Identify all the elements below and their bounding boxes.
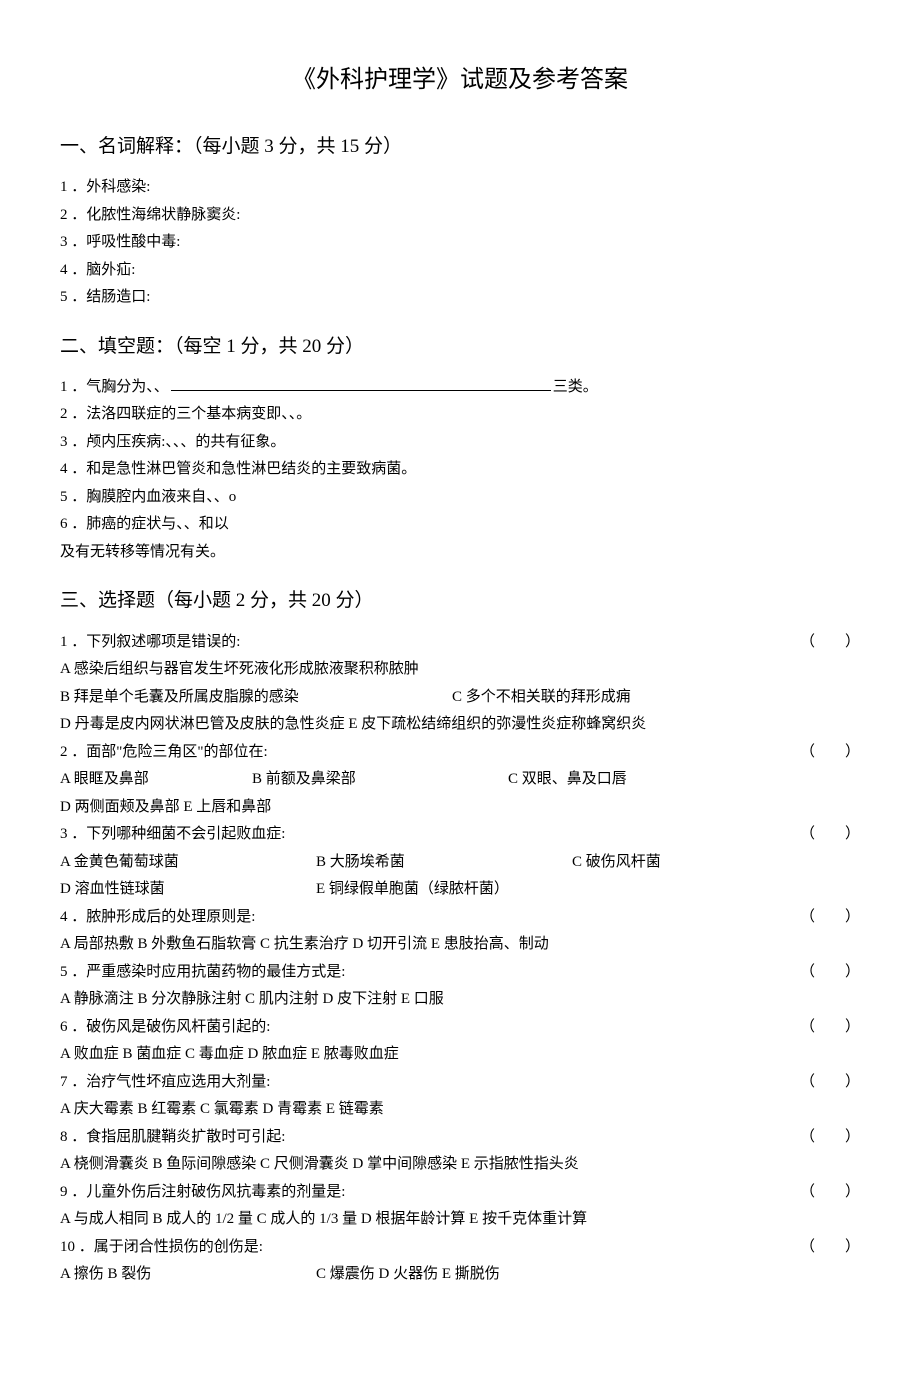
q9-stem: 9 ．儿童外伤后注射破伤风抗毒素的剂量是: （ ） [60, 1180, 860, 1206]
q1-opt-a: A 感染后组织与器官发生坏死液化形成脓液聚积称脓肿 [60, 657, 860, 683]
q1-text: 1 ．下列叙述哪项是错误的: [60, 634, 240, 650]
q2-stem: 2 ．面部"危险三角区"的部位在: （ ） [60, 740, 860, 766]
q1-opt-c: C 多个不相关联的拜形成痈 [452, 685, 631, 711]
q8-stem: 8 ．食指屈肌腱鞘炎扩散时可引起: （ ） [60, 1125, 860, 1151]
q9-opts: A 与成人相同 B 成人的 1/2 量 C 成人的 1/3 量 D 根据年龄计算… [60, 1207, 860, 1233]
s2-item-6b: 及有无转移等情况有关。 [60, 540, 860, 566]
q3-opt-d: D 溶血性链球菌 [60, 877, 316, 903]
q6-opts: A 败血症 B 菌血症 C 毒血症 D 脓血症 E 脓毒败血症 [60, 1042, 860, 1068]
s1-item-2: 2 ．化脓性海绵状静脉窦炎: [60, 203, 860, 229]
q1-opt-de: D 丹毒是皮内网状淋巴管及皮肤的急性炎症 E 皮下疏松结缔组织的弥漫性炎症称蜂窝… [60, 712, 860, 738]
q5-stem: 5 ．严重感染时应用抗菌药物的最佳方式是: （ ） [60, 960, 860, 986]
q8-text: 8 ．食指屈肌腱鞘炎扩散时可引起: [60, 1129, 285, 1145]
q10-opt-cde: C 爆震伤 D 火器伤 E 撕脱伤 [316, 1262, 500, 1288]
s2-item-1: 1 ．气胸分为、、 三类。 [60, 375, 860, 401]
q10-text: 10 ．属于闭合性损伤的创伤是: [60, 1239, 263, 1255]
answer-paren: （ ） [800, 630, 860, 656]
q2-opt-b: B 前额及鼻梁部 [252, 767, 508, 793]
q5-opts: A 静脉滴注 B 分次静脉注射 C 肌内注射 D 皮下注射 E 口服 [60, 987, 860, 1013]
s2-item-4: 4 ．和是急性淋巴管炎和急性淋巴结炎的主要致病菌。 [60, 457, 860, 483]
s1-item-3: 3 ．呼吸性酸中毒: [60, 230, 860, 256]
answer-paren: （ ） [800, 1180, 860, 1206]
q2-opts-row1: A 眼眶及鼻部B 前额及鼻梁部C 双眼、鼻及口唇 [60, 767, 860, 793]
q3-opt-b: B 大肠埃希菌 [316, 850, 572, 876]
s2-q1-b: 三类。 [553, 379, 598, 395]
q3-opts-row2: D 溶血性链球菌E 铜绿假单胞菌（绿脓杆菌） [60, 877, 860, 903]
q1-stem: 1 ．下列叙述哪项是错误的: （ ） [60, 630, 860, 656]
answer-paren: （ ） [800, 905, 860, 931]
blank-underline [171, 390, 551, 391]
q10-opts: A 擦伤 B 裂伤C 爆震伤 D 火器伤 E 撕脱伤 [60, 1262, 860, 1288]
s2-item-6a: 6 ．肺癌的症状与、、和以 [60, 512, 860, 538]
q3-opts-row1: A 金黄色葡萄球菌B 大肠埃希菌C 破伤风杆菌 [60, 850, 860, 876]
q4-text: 4 ．脓肿形成后的处理原则是: [60, 909, 255, 925]
q9-text: 9 ．儿童外伤后注射破伤风抗毒素的剂量是: [60, 1184, 345, 1200]
answer-paren: （ ） [800, 1015, 860, 1041]
q2-text: 2 ．面部"危险三角区"的部位在: [60, 744, 268, 760]
q7-stem: 7 ．治疗气性坏疽应选用大剂量: （ ） [60, 1070, 860, 1096]
answer-paren: （ ） [800, 1125, 860, 1151]
q3-opt-a: A 金黄色葡萄球菌 [60, 850, 316, 876]
s2-item-5: 5 ．胸膜腔内血液来自、、o [60, 485, 860, 511]
q7-text: 7 ．治疗气性坏疽应选用大剂量: [60, 1074, 270, 1090]
q6-stem: 6 ．破伤风是破伤风杆菌引起的: （ ） [60, 1015, 860, 1041]
s2-q1-a: 1 ．气胸分为、、 [60, 379, 169, 395]
s1-item-5: 5 ．结肠造口: [60, 285, 860, 311]
q2-opt-de: D 两侧面颊及鼻部 E 上唇和鼻部 [60, 795, 860, 821]
s1-item-1: 1 ．外科感染: [60, 175, 860, 201]
s1-item-4: 4 ．脑外疝: [60, 258, 860, 284]
section-3-head: 三、选择题（每小题 2 分，共 20 分） [60, 585, 860, 617]
q4-stem: 4 ．脓肿形成后的处理原则是: （ ） [60, 905, 860, 931]
answer-paren: （ ） [800, 740, 860, 766]
q2-opt-c: C 双眼、鼻及口唇 [508, 767, 627, 793]
answer-paren: （ ） [800, 1235, 860, 1261]
q2-opt-a: A 眼眶及鼻部 [60, 767, 252, 793]
q3-opt-e: E 铜绿假单胞菌（绿脓杆菌） [316, 877, 509, 903]
q7-opts: A 庆大霉素 B 红霉素 C 氯霉素 D 青霉素 E 链霉素 [60, 1097, 860, 1123]
q5-text: 5 ．严重感染时应用抗菌药物的最佳方式是: [60, 964, 345, 980]
q8-opts: A 桡侧滑囊炎 B 鱼际间隙感染 C 尺侧滑囊炎 D 掌中间隙感染 E 示指脓性… [60, 1152, 860, 1178]
answer-paren: （ ） [800, 960, 860, 986]
q1-opt-bc: B 拜是单个毛囊及所属皮脂腺的感染C 多个不相关联的拜形成痈 [60, 685, 860, 711]
q10-opt-ab: A 擦伤 B 裂伤 [60, 1262, 316, 1288]
q3-stem: 3 ．下列哪种细菌不会引起败血症: （ ） [60, 822, 860, 848]
q3-opt-c: C 破伤风杆菌 [572, 850, 661, 876]
section-1-head: 一、名词解释：（每小题 3 分，共 15 分） [60, 131, 860, 163]
answer-paren: （ ） [800, 822, 860, 848]
s2-item-3: 3 ．颅内压疾病:、、、的共有征象。 [60, 430, 860, 456]
s2-item-2: 2 ．法洛四联症的三个基本病变即、、。 [60, 402, 860, 428]
section-2-head: 二、填空题：（每空 1 分，共 20 分） [60, 331, 860, 363]
answer-paren: （ ） [800, 1070, 860, 1096]
q4-opts: A 局部热敷 B 外敷鱼石脂软膏 C 抗生素治疗 D 切开引流 E 患肢抬高、制… [60, 932, 860, 958]
page-title: 《外科护理学》试题及参考答案 [60, 60, 860, 101]
q1-opt-b: B 拜是单个毛囊及所属皮脂腺的感染 [60, 685, 452, 711]
q3-text: 3 ．下列哪种细菌不会引起败血症: [60, 826, 285, 842]
q6-text: 6 ．破伤风是破伤风杆菌引起的: [60, 1019, 270, 1035]
q10-stem: 10 ．属于闭合性损伤的创伤是: （ ） [60, 1235, 860, 1261]
